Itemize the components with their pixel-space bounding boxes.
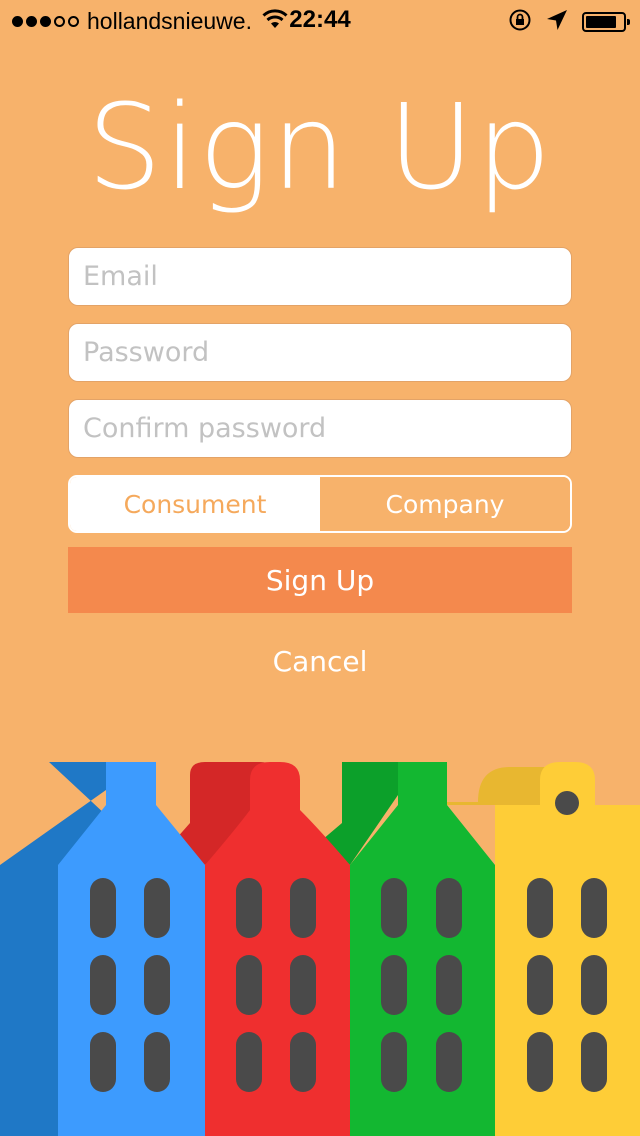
battery-icon: [582, 12, 630, 32]
segment-consument[interactable]: Consument: [70, 477, 320, 531]
building-yellow: [495, 762, 640, 1136]
page-title: Sign Up: [86, 78, 554, 216]
round-window: [555, 791, 579, 815]
cancel-button[interactable]: Cancel: [0, 640, 640, 684]
segment-company[interactable]: Company: [320, 477, 570, 531]
confirm-password-field[interactable]: [68, 399, 572, 458]
rotation-lock-icon: [508, 8, 532, 36]
canal-houses-illustration: [0, 762, 640, 1136]
battery-level: [586, 16, 616, 28]
email-field[interactable]: [68, 247, 572, 306]
location-arrow-icon: [546, 9, 568, 35]
status-right: [508, 8, 630, 36]
sign-up-button[interactable]: Sign Up: [68, 547, 572, 613]
account-type-segmented-control: Consument Company: [68, 475, 572, 533]
status-bar: hollandsnieuwe. 22:44: [0, 0, 640, 40]
password-field[interactable]: [68, 323, 572, 382]
